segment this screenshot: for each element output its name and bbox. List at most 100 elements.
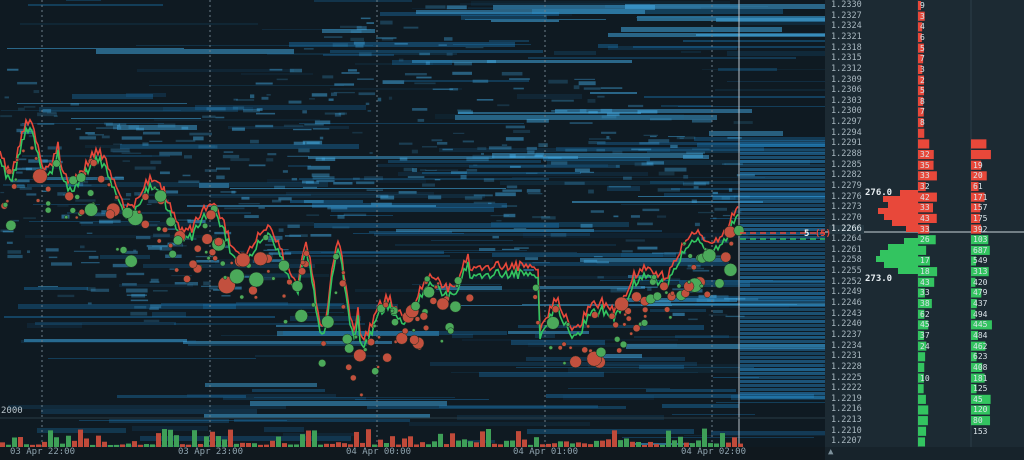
trade-bubble[interactable] [382,352,392,363]
trade-bubble[interactable] [382,301,389,308]
trade-bubble[interactable] [651,274,657,280]
trade-bubble[interactable] [74,215,79,220]
trade-bubble[interactable] [642,306,649,313]
trade-bubble[interactable] [115,247,120,252]
trade-bubble[interactable] [45,200,51,207]
trade-bubble[interactable] [165,216,176,227]
trade-bubble[interactable] [410,301,421,311]
trade-bubble[interactable] [204,250,209,255]
trade-bubble[interactable] [643,314,648,319]
trade-bubble[interactable] [359,392,364,397]
trade-bubble[interactable] [631,291,642,303]
trade-bubble[interactable] [154,189,167,203]
trade-bubble[interactable] [281,293,287,299]
trade-bubble[interactable] [419,312,428,321]
price-ladder-panel[interactable]: 1.2330 1.2327 1.2324 1.2321 1.2318 1.2315 1.23… [825,0,1024,460]
trade-bubble[interactable] [298,267,307,276]
trade-bubble[interactable] [271,276,276,281]
trade-bubble[interactable] [84,202,98,217]
trade-bubble[interactable] [350,374,357,382]
trade-bubble[interactable] [5,199,10,203]
trade-bubble[interactable] [105,209,116,220]
trade-bubble[interactable] [229,268,245,285]
trade-bubble[interactable] [581,346,589,354]
trade-bubble[interactable] [632,324,641,333]
trade-bubble[interactable] [320,340,327,347]
trade-bubble[interactable] [121,207,134,219]
trade-bubble[interactable] [303,250,310,257]
order-marker-label[interactable]: 5 (5) [804,229,831,239]
trade-bubble[interactable] [449,300,462,313]
trade-bubble[interactable] [52,159,61,168]
trade-bubble[interactable] [532,294,538,300]
trade-bubble[interactable] [64,215,69,220]
trade-bubble[interactable] [720,251,732,263]
trade-bubble[interactable] [440,339,444,344]
trade-bubble[interactable] [119,246,128,254]
trade-bubble[interactable] [652,291,662,301]
trade-bubble[interactable] [253,251,268,266]
trade-bubble[interactable] [551,305,560,313]
trade-bubble[interactable] [341,270,346,275]
trade-bubble[interactable] [173,235,183,246]
trade-bubble[interactable] [423,324,430,331]
trade-bubble[interactable] [124,254,138,268]
trade-bubble[interactable] [586,324,591,329]
trade-bubble[interactable] [568,345,573,350]
trade-bubble[interactable] [76,172,87,183]
trade-bubble[interactable] [455,284,459,288]
trade-bubble[interactable] [616,347,623,354]
trade-bubble[interactable] [106,182,112,187]
trade-bubble[interactable] [664,306,671,313]
trade-bubble[interactable] [391,318,399,326]
trade-bubble[interactable] [11,183,18,190]
trade-bubble[interactable] [168,243,174,249]
trade-bubble[interactable] [69,207,76,214]
trade-bubble[interactable] [266,269,271,274]
trade-bubble[interactable] [612,321,619,329]
trade-bubble[interactable] [15,158,20,162]
trade-bubble[interactable] [548,345,553,350]
trade-bubble[interactable] [625,315,632,322]
trade-bubble[interactable] [212,255,218,262]
trade-bubble[interactable] [97,175,106,184]
trade-bubble[interactable] [114,195,119,200]
trade-bubble[interactable] [283,319,288,325]
trade-bubble[interactable] [714,278,725,289]
trade-bubble[interactable] [562,361,567,366]
chevron-up-icon[interactable]: ▲ [828,447,838,457]
trade-bubble[interactable] [21,148,26,153]
trade-bubble[interactable] [676,283,682,289]
trade-bubble[interactable] [423,286,435,299]
trade-bubble[interactable] [318,359,327,368]
trade-bubble[interactable] [214,237,224,247]
trade-bubble[interactable] [339,279,347,288]
trade-bubble[interactable] [414,316,421,322]
trade-bubble[interactable] [367,338,375,346]
trade-bubble[interactable] [429,297,438,305]
trade-bubble[interactable] [409,334,420,345]
trade-bubble[interactable] [202,222,209,229]
trade-bubble[interactable] [74,194,80,200]
trade-bubble[interactable] [728,241,734,247]
trade-bubble[interactable] [334,290,338,295]
trade-bubble[interactable] [595,347,607,358]
trade-bubble[interactable] [614,296,629,312]
trade-bubble[interactable] [174,267,180,273]
trade-bubble[interactable] [690,264,697,271]
trade-bubble[interactable] [371,367,379,376]
trade-bubble[interactable] [377,335,381,340]
trade-bubble[interactable] [34,156,39,161]
trade-bubble[interactable] [424,275,431,283]
heatmap-chart[interactable]: 2000 [0,0,825,447]
trade-bubble[interactable] [345,363,353,371]
trade-bubble[interactable] [565,322,571,327]
trade-bubble[interactable] [619,340,628,349]
trade-bubble[interactable] [321,315,335,329]
time-axis[interactable]: 03 Apr 22:00 03 Apr 23:00 04 Apr 00:00 0… [0,447,825,460]
trade-bubble[interactable] [332,253,340,260]
trade-bubble[interactable] [608,312,616,320]
trade-bubble[interactable] [723,263,738,277]
trade-bubble[interactable] [45,186,52,193]
trade-bubble[interactable] [342,333,353,345]
